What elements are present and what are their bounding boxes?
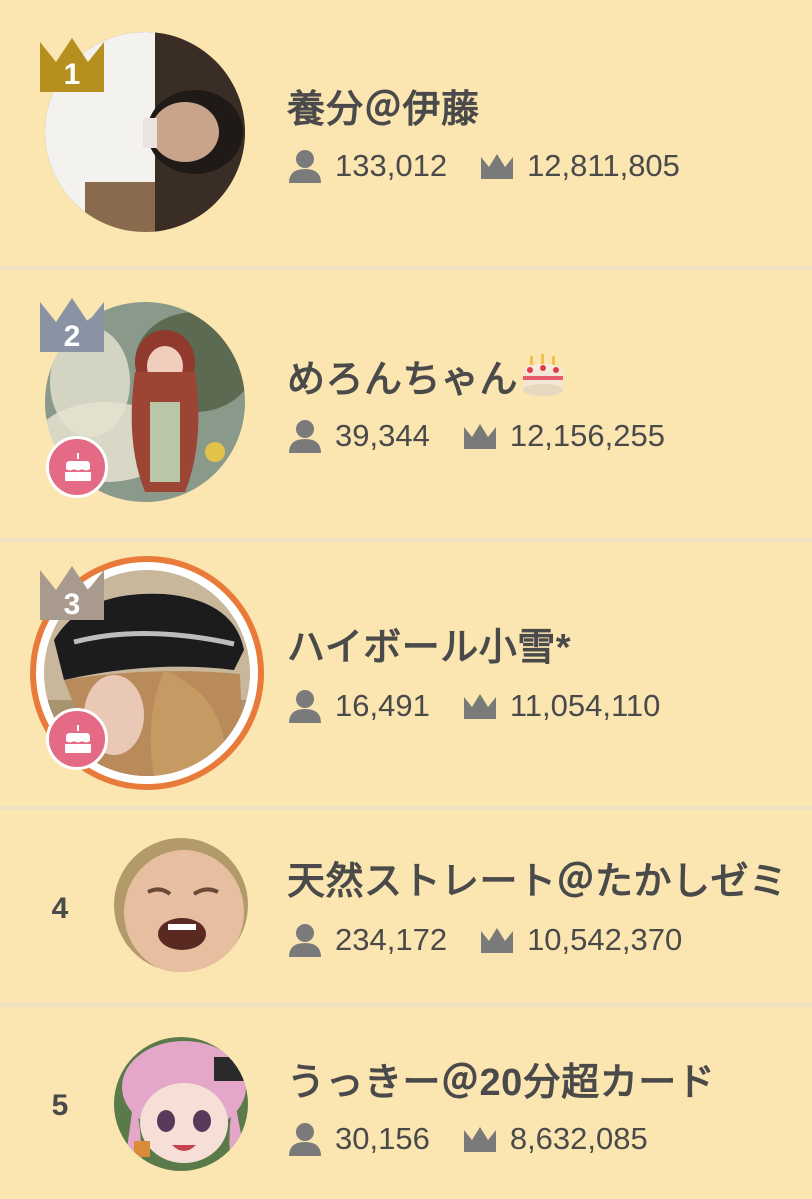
point-count: 8,632,085 [509, 1121, 648, 1156]
follower-count: 30,156 [335, 1121, 430, 1156]
avatar[interactable] [114, 838, 248, 972]
user-name-text: めろんちゃん [287, 359, 519, 401]
crown-icon [462, 419, 498, 453]
rank-number: 2 [64, 320, 81, 353]
crown-icon: 2 [36, 296, 108, 360]
person-icon [287, 689, 323, 723]
birthday-badge [46, 436, 108, 498]
ranking-row-3[interactable]: 3 ハイボール小雪* 16,491 11,054,110 [0, 542, 812, 806]
crown-icon [479, 149, 515, 183]
crown-icon [479, 923, 515, 957]
user-name[interactable]: 天然ストレート＠たかしゼミ [287, 850, 788, 905]
rank-number: 4 [51, 892, 69, 925]
stats-row: 30,156 8,632,085 [287, 1119, 648, 1159]
person-icon [287, 1122, 323, 1156]
rank-number: 3 [64, 588, 81, 621]
crown-icon: 1 [36, 36, 108, 100]
follower-count: 16,491 [335, 688, 430, 723]
ranking-row-2[interactable]: 2 めろんちゃん 39,344 12,156,255 [0, 270, 812, 538]
user-name[interactable]: ハイボール小雪* [287, 616, 571, 671]
point-count: 12,156,255 [509, 418, 665, 453]
stats-row: 234,172 10,542,370 [287, 920, 682, 960]
avatar[interactable] [114, 1037, 248, 1171]
user-name[interactable]: めろんちゃん [287, 348, 566, 408]
crown-icon [462, 1122, 498, 1156]
ranking-row-5[interactable]: 5 うっきー＠20分超カード 30,156 8,632,085 [0, 1007, 812, 1199]
user-name[interactable]: 養分＠伊藤 [287, 78, 480, 133]
rank-number: 1 [64, 58, 81, 91]
birthday-cake-icon [65, 725, 91, 753]
stats-row: 16,491 11,054,110 [287, 686, 660, 726]
point-count: 12,811,805 [527, 148, 680, 183]
person-icon [287, 923, 323, 957]
stats-row: 39,344 12,156,255 [287, 416, 665, 456]
birthday-badge [46, 708, 108, 770]
follower-count: 234,172 [335, 922, 448, 957]
point-count: 10,542,370 [527, 922, 683, 957]
ranking-row-1[interactable]: 1 養分＠伊藤 133,012 12,811,805 [0, 0, 812, 266]
user-name[interactable]: うっきー＠20分超カード [287, 1051, 715, 1106]
cake-emoji-icon [520, 354, 566, 408]
follower-count: 133,012 [335, 148, 448, 183]
stats-row: 133,012 12,811,805 [287, 146, 680, 186]
person-icon [287, 149, 323, 183]
rank-number: 5 [51, 1089, 69, 1122]
point-count: 11,054,110 [509, 688, 661, 723]
person-icon [287, 419, 323, 453]
crown-icon [462, 689, 498, 723]
follower-count: 39,344 [335, 418, 430, 453]
birthday-cake-icon [65, 453, 91, 481]
crown-icon: 3 [36, 564, 108, 628]
ranking-row-4[interactable]: 4 天然ストレート＠たかしゼミ 234,172 10,542,370 [0, 810, 812, 1003]
